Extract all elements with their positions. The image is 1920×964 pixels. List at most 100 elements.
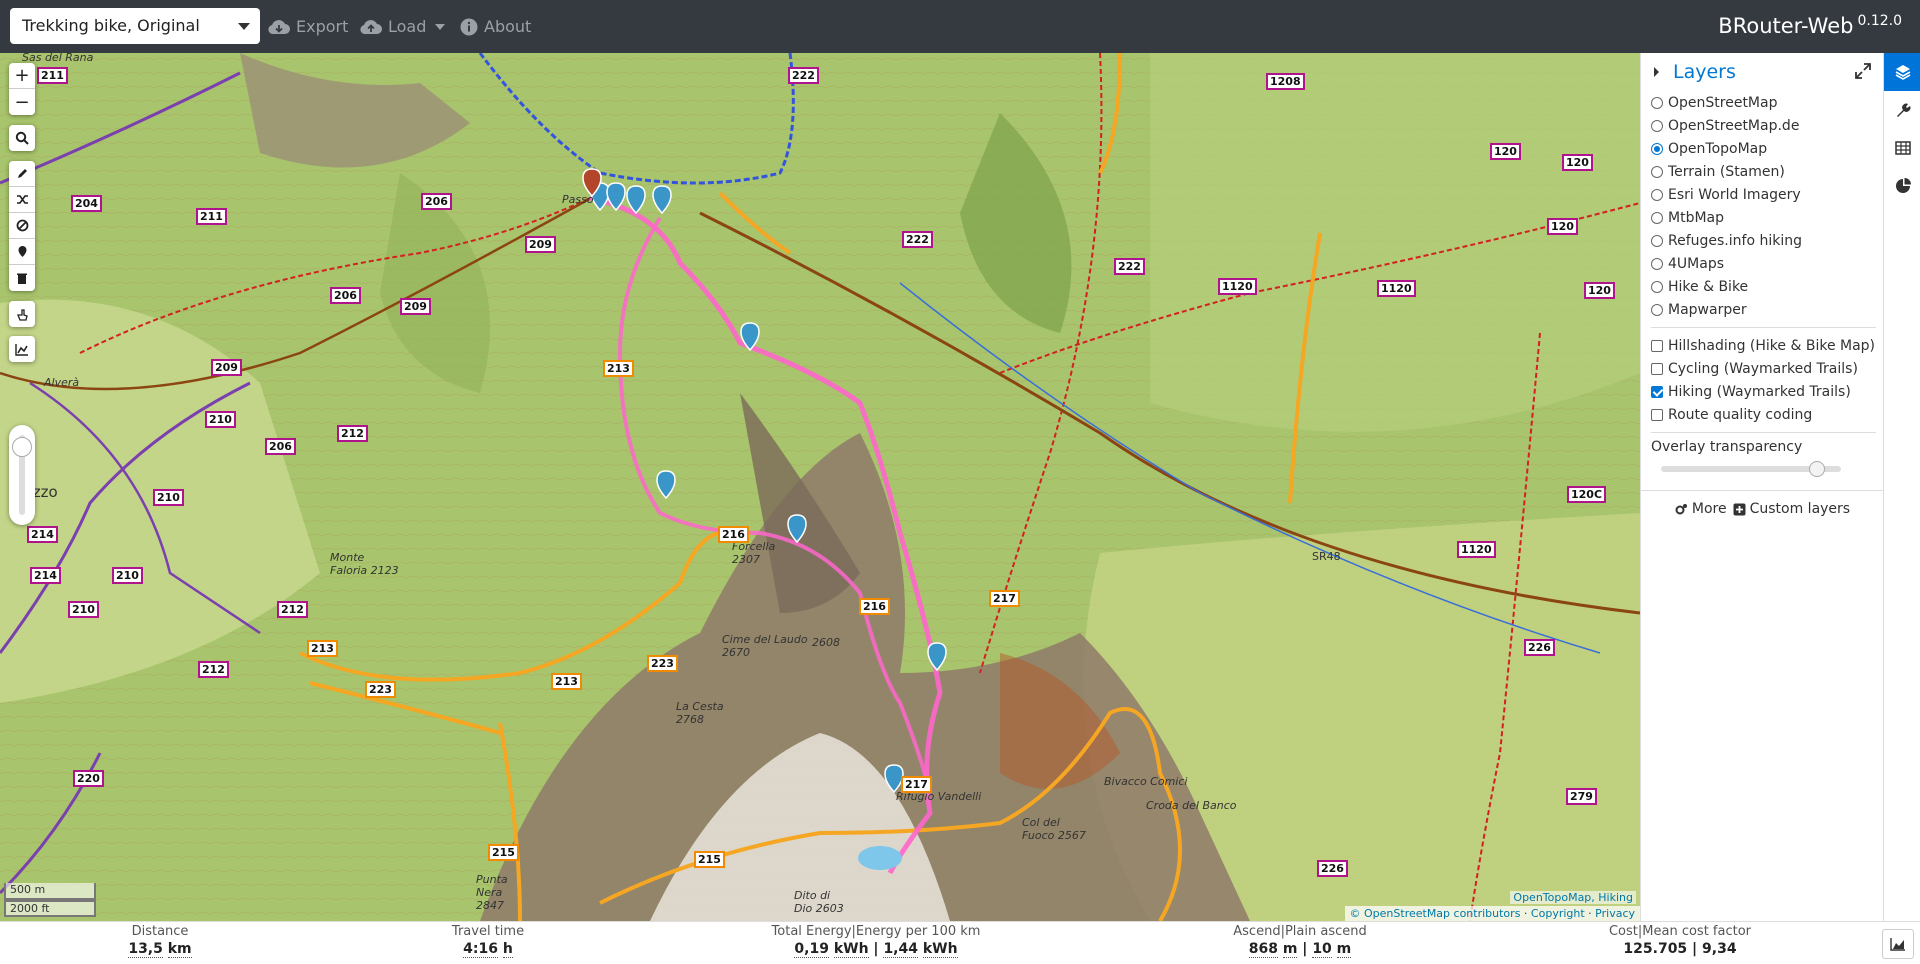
copyright-link[interactable]: Copyright <box>1531 907 1585 920</box>
overlay-option[interactable]: Route quality coding <box>1651 403 1876 426</box>
trail-shield: 217 <box>901 776 932 793</box>
search-button[interactable] <box>9 125 35 151</box>
pois-button[interactable] <box>9 239 35 265</box>
base-layer-option[interactable]: MtbMap <box>1651 206 1876 229</box>
hand-control <box>9 301 35 327</box>
base-layer-option[interactable]: 4UMaps <box>1651 252 1876 275</box>
radio-button[interactable] <box>1651 234 1663 247</box>
checkbox[interactable] <box>1651 385 1663 398</box>
slider-handle[interactable] <box>1808 461 1825 477</box>
radio-button[interactable] <box>1651 303 1663 316</box>
energy-per: 1,44 <box>883 941 918 958</box>
osm-attribution-link[interactable]: © OpenStreetMap contributors <box>1350 907 1521 920</box>
tab-data-table[interactable] <box>1884 129 1920 167</box>
stat-label: Ascend|Plain ascend <box>1233 924 1367 939</box>
export-label: Export <box>296 17 349 36</box>
expand-icon[interactable] <box>1855 63 1871 79</box>
elevation-control <box>9 336 35 362</box>
shuffle-icon <box>16 195 28 204</box>
overlay-label: Cycling (Waymarked Trails) <box>1668 360 1858 377</box>
stat-distance: Distance 13,5 km <box>110 924 210 958</box>
trail-shield: 223 <box>647 655 678 672</box>
reverse-route-button[interactable] <box>9 187 35 213</box>
overlay-option[interactable]: Hillshading (Hike & Bike Map) <box>1651 334 1876 357</box>
about-button[interactable]: About <box>460 0 531 53</box>
table-icon <box>1894 141 1911 155</box>
place-label: Monte Faloria 2123 <box>330 551 399 577</box>
overlay-option[interactable]: Hiking (Waymarked Trails) <box>1651 380 1876 403</box>
base-layer-label: MtbMap <box>1668 209 1724 226</box>
trail-shield: 222 <box>788 67 819 84</box>
base-layer-option[interactable]: Hike & Bike <box>1651 275 1876 298</box>
overlay-option[interactable]: Cycling (Waymarked Trails) <box>1651 357 1876 380</box>
opacity-slider[interactable] <box>9 425 35 525</box>
trail-shield: 220 <box>73 770 104 787</box>
base-layer-option[interactable]: Mapwarper <box>1651 298 1876 321</box>
custom-layers-button[interactable]: Custom layers <box>1733 501 1850 517</box>
radio-button[interactable] <box>1651 188 1663 201</box>
base-layer-option[interactable]: OpenStreetMap <box>1651 91 1876 114</box>
base-layer-label: Refuges.info hiking <box>1668 232 1802 249</box>
stat-energy: Total Energy|Energy per 100 km 0,19 kWh … <box>760 924 992 958</box>
place-label: Croda del Banco <box>1146 799 1237 812</box>
trail-shield: 1120 <box>1218 278 1257 295</box>
tab-settings[interactable] <box>1884 91 1920 129</box>
plus-square-icon <box>1733 503 1746 515</box>
trail-shield: 206 <box>421 193 452 210</box>
profile-select[interactable]: Trekking bike, Original <box>10 8 260 44</box>
trail-shield: 1120 <box>1377 280 1416 297</box>
base-layer-option[interactable]: Esri World Imagery <box>1651 183 1876 206</box>
more-button[interactable]: More <box>1675 501 1727 517</box>
checkbox[interactable] <box>1651 362 1663 375</box>
gears-icon <box>1675 503 1687 514</box>
trail-shield: 206 <box>330 287 361 304</box>
area-chart-icon <box>1890 938 1905 951</box>
base-layer-option[interactable]: OpenTopoMap <box>1651 137 1876 160</box>
base-layer-option[interactable]: OpenStreetMap.de <box>1651 114 1876 137</box>
tab-layers[interactable] <box>1884 53 1920 91</box>
map-canvas[interactable]: Sas del Rana Alverà pezzo Monte Faloria … <box>0 53 1640 921</box>
elevation-toggle-button[interactable] <box>9 336 35 362</box>
opacity-slider-handle[interactable] <box>12 437 32 457</box>
export-button[interactable]: Export <box>268 0 348 53</box>
radio-button[interactable] <box>1651 280 1663 293</box>
trail-shield: 213 <box>603 360 634 377</box>
no-go-area-button[interactable] <box>9 213 35 239</box>
overlay-transparency-slider[interactable] <box>1661 459 1866 479</box>
trail-shield: 120 <box>1547 218 1578 235</box>
place-label: Passo <box>562 193 594 206</box>
radio-button[interactable] <box>1651 257 1663 270</box>
draw-route-button[interactable] <box>9 161 35 187</box>
stat-travel-time: Travel time 4:16 h <box>438 924 538 958</box>
trail-shield: 210 <box>68 601 99 618</box>
trail-shield: 217 <box>989 590 1020 607</box>
trail-shield: 213 <box>307 640 338 657</box>
base-layer-option[interactable]: Terrain (Stamen) <box>1651 160 1876 183</box>
trail-shield: 226 <box>1524 639 1555 656</box>
radio-button[interactable] <box>1651 96 1663 109</box>
radio-button[interactable] <box>1651 211 1663 224</box>
radio-button[interactable] <box>1651 119 1663 132</box>
distance-unit: km <box>167 941 192 958</box>
elevation-chart-button[interactable] <box>1882 929 1914 959</box>
sidebar-tabs <box>1883 53 1920 921</box>
zoom-in-button[interactable]: + <box>9 63 35 89</box>
attribution-layers[interactable]: OpenTopoMap, Hiking <box>1510 891 1636 904</box>
energy-total: 0,19 <box>794 941 829 958</box>
delete-route-button[interactable] <box>9 265 35 291</box>
chevron-right-icon <box>1654 67 1659 77</box>
pan-button[interactable] <box>9 301 35 327</box>
layers-title: Layers <box>1673 61 1736 83</box>
checkbox[interactable] <box>1651 408 1663 421</box>
layers-header[interactable]: Layers <box>1653 61 1736 83</box>
area-chart-icon <box>15 343 28 356</box>
zoom-out-button[interactable]: − <box>9 89 35 115</box>
load-button[interactable]: Load <box>360 0 446 53</box>
privacy-link[interactable]: Privacy <box>1595 907 1635 920</box>
radio-button[interactable] <box>1651 142 1663 155</box>
base-layer-option[interactable]: Refuges.info hiking <box>1651 229 1876 252</box>
plain-ascend-unit: m <box>1336 941 1352 958</box>
tab-analysis[interactable] <box>1884 167 1920 205</box>
radio-button[interactable] <box>1651 165 1663 178</box>
checkbox[interactable] <box>1651 339 1663 352</box>
